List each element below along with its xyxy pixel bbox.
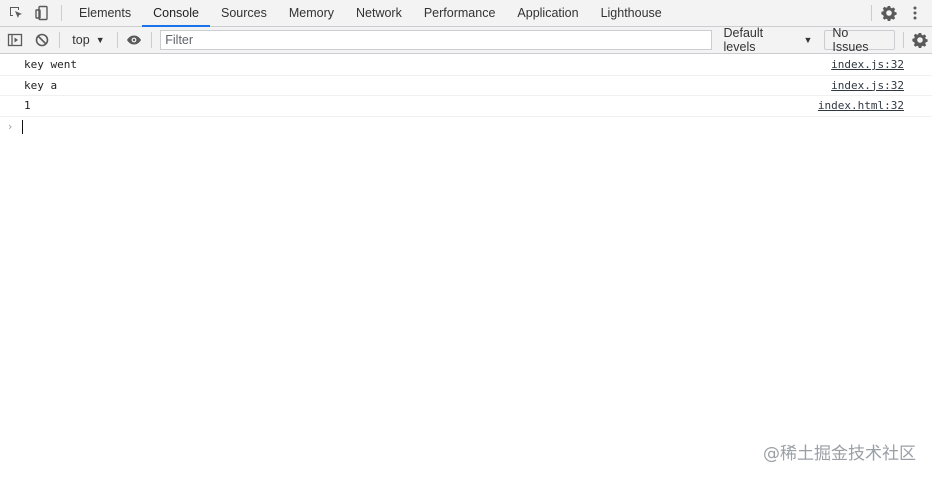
tab-label: Memory bbox=[288, 6, 334, 20]
toolbar-divider bbox=[903, 32, 905, 48]
source-link[interactable]: index.js:32 bbox=[831, 58, 904, 71]
context-selector[interactable]: top ▼ bbox=[64, 33, 112, 47]
watermark: @稀土掘金技术社区 bbox=[763, 444, 916, 464]
log-levels-dropdown[interactable]: Default levels ▼ bbox=[718, 26, 819, 54]
message-text: key went bbox=[24, 58, 77, 72]
message-text: 1 bbox=[24, 99, 31, 113]
more-vertical-icon[interactable] bbox=[902, 5, 928, 21]
console-prompt[interactable]: › bbox=[0, 117, 932, 137]
devtools-tabbar: Elements Console Sources Memory Network … bbox=[0, 0, 932, 27]
caret-down-icon: ▼ bbox=[95, 35, 105, 45]
device-toolbar-icon[interactable] bbox=[29, 0, 55, 26]
console-settings-gear-icon[interactable] bbox=[908, 27, 932, 54]
text-cursor bbox=[22, 119, 23, 134]
console-toolbar: top ▼ Default levels ▼ No Issues bbox=[0, 26, 932, 54]
tab-sources[interactable]: Sources bbox=[210, 0, 278, 26]
tab-elements[interactable]: Elements bbox=[68, 0, 142, 26]
caret-down-icon: ▼ bbox=[803, 35, 813, 45]
toolbar-divider bbox=[116, 32, 118, 48]
tab-label: Performance bbox=[423, 6, 496, 20]
tab-label: Lighthouse bbox=[600, 6, 662, 20]
eye-icon[interactable] bbox=[122, 27, 148, 54]
tab-memory[interactable]: Memory bbox=[278, 0, 345, 26]
log-levels-label: Default levels bbox=[723, 26, 764, 54]
console-message: key went index.js:32 bbox=[0, 55, 932, 76]
issues-button[interactable]: No Issues bbox=[824, 26, 896, 54]
tab-performance[interactable]: Performance bbox=[413, 0, 507, 26]
source-link[interactable]: index.js:32 bbox=[831, 79, 904, 92]
tabbar-divider bbox=[871, 5, 872, 21]
source-link[interactable]: index.html:32 bbox=[818, 99, 904, 112]
tab-lighthouse[interactable]: Lighthouse bbox=[590, 0, 673, 26]
tab-network[interactable]: Network bbox=[345, 0, 413, 26]
clear-console-icon[interactable] bbox=[30, 27, 56, 54]
tab-label: Application bbox=[517, 6, 579, 20]
message-text: key a bbox=[24, 78, 58, 92]
tab-label: Network bbox=[356, 6, 402, 20]
inspect-element-icon[interactable] bbox=[3, 0, 29, 26]
prompt-chevron-icon: › bbox=[8, 120, 13, 133]
console-output: key went index.js:32 key a index.js:32 1… bbox=[0, 55, 932, 137]
console-message: key a index.js:32 bbox=[0, 76, 932, 96]
tab-label: Sources bbox=[220, 6, 267, 20]
tabbar-actions bbox=[867, 0, 932, 26]
issues-label: No Issues bbox=[832, 26, 869, 54]
context-label: top bbox=[72, 33, 90, 47]
sidebar-toggle-icon[interactable] bbox=[0, 27, 30, 54]
tabbar-divider bbox=[61, 5, 62, 21]
toolbar-divider bbox=[151, 32, 153, 48]
tabbar-spacer bbox=[673, 0, 867, 26]
gear-icon[interactable] bbox=[876, 5, 902, 21]
tab-label: Console bbox=[153, 6, 199, 20]
filter-input[interactable] bbox=[160, 30, 712, 50]
tab-label: Elements bbox=[79, 6, 132, 20]
toolbar-divider bbox=[59, 32, 61, 48]
tab-application[interactable]: Application bbox=[506, 0, 589, 26]
tab-console[interactable]: Console bbox=[142, 0, 210, 27]
console-message: 1 index.html:32 bbox=[0, 96, 932, 117]
